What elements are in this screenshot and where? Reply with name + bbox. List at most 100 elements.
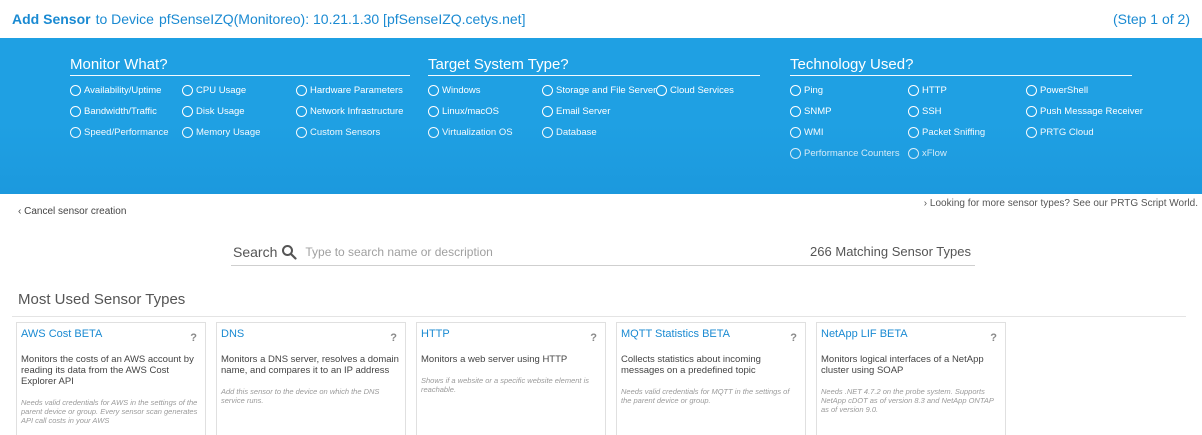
option-storage-file-server[interactable]: Storage and File Server [542, 85, 656, 96]
option-http[interactable]: HTTP [908, 85, 947, 96]
search-bar: Search 266 Matching Sensor Types [231, 238, 975, 266]
device-name: pfSenseIZQ(Monitoreo): 10.21.1.30 [pfSen… [158, 11, 526, 27]
radio-icon [428, 85, 439, 96]
option-snmp[interactable]: SNMP [790, 106, 831, 117]
monitor-what-group: Monitor What? [70, 56, 410, 84]
option-bandwidth-traffic[interactable]: Bandwidth/Traffic [70, 106, 157, 117]
radio-icon [908, 127, 919, 138]
help-icon[interactable]: ? [990, 332, 997, 344]
option-disk-usage[interactable]: Disk Usage [182, 106, 245, 117]
matching-count: 266 Matching Sensor Types [810, 244, 971, 259]
card-note: Shows if a website or a specific website… [421, 376, 589, 394]
radio-icon [790, 127, 801, 138]
radio-icon [70, 85, 81, 96]
card-title[interactable]: DNS [221, 328, 401, 340]
radio-icon [296, 106, 307, 117]
help-icon[interactable]: ? [390, 332, 397, 344]
radio-icon [182, 85, 193, 96]
target-system-title: Target System Type? [428, 56, 760, 76]
card-description: Monitors the costs of an AWS account by … [21, 354, 194, 387]
cancel-sensor-creation-link[interactable]: ‹ Cancel sensor creation [18, 206, 126, 217]
option-linux-macos[interactable]: Linux/macOS [428, 106, 499, 117]
page-title-mid: to Device [95, 11, 154, 27]
radio-icon [1026, 127, 1037, 138]
search-label: Search [233, 243, 278, 260]
option-email-server[interactable]: Email Server [542, 106, 610, 117]
sensor-card-http[interactable]: HTTP ? Monitors a web server using HTTP … [416, 322, 606, 435]
search-input[interactable] [305, 244, 786, 259]
sensor-card-mqtt-statistics[interactable]: MQTT Statistics BETA ? Collects statisti… [616, 322, 806, 435]
section-title: Most Used Sensor Types [18, 291, 186, 308]
sensor-card-netapp-lif[interactable]: NetApp LIF BETA ? Monitors logical inter… [816, 322, 1006, 435]
card-title[interactable]: HTTP [421, 328, 601, 340]
option-virtualization-os[interactable]: Virtualization OS [428, 127, 513, 138]
radio-icon [1026, 85, 1037, 96]
option-performance-counters[interactable]: Performance Counters [790, 148, 900, 159]
option-push-message-receiver[interactable]: Push Message Receiver [1026, 106, 1143, 117]
sensor-card-aws-cost[interactable]: AWS Cost BETA ? Monitors the costs of an… [16, 322, 206, 435]
card-title[interactable]: NetApp LIF BETA [821, 328, 1001, 340]
radio-icon [790, 148, 801, 159]
card-description: Monitors logical interfaces of a NetApp … [821, 354, 984, 376]
sensor-card-dns[interactable]: DNS ? Monitors a DNS server, resolves a … [216, 322, 406, 435]
step-indicator: (Step 1 of 2) [1112, 11, 1190, 27]
card-note: Needs valid credentials for AWS in the s… [21, 398, 198, 425]
page-header: Add Sensor to Device pfSenseIZQ(Monitore… [0, 0, 1202, 38]
option-cloud-services[interactable]: Cloud Services [656, 85, 734, 96]
card-note: Add this sensor to the device on which t… [221, 387, 380, 405]
option-cpu-usage[interactable]: CPU Usage [182, 85, 246, 96]
radio-icon [428, 106, 439, 117]
radio-icon [542, 127, 553, 138]
option-xflow[interactable]: xFlow [908, 148, 947, 159]
section-divider [12, 316, 1186, 317]
option-speed-performance[interactable]: Speed/Performance [70, 127, 169, 138]
card-description: Collects statistics about incoming messa… [621, 354, 761, 376]
technology-title: Technology Used? [790, 56, 1132, 76]
search-icon[interactable] [281, 244, 297, 260]
option-network-infrastructure[interactable]: Network Infrastructure [296, 106, 403, 117]
radio-icon [790, 106, 801, 117]
radio-icon [542, 85, 553, 96]
radio-icon [70, 127, 81, 138]
radio-icon [908, 85, 919, 96]
help-icon[interactable]: ? [190, 332, 197, 344]
radio-icon [182, 127, 193, 138]
radio-icon [908, 148, 919, 159]
option-windows[interactable]: Windows [428, 85, 481, 96]
radio-icon [656, 85, 667, 96]
card-description: Monitors a DNS server, resolves a domain… [221, 354, 399, 376]
radio-icon [296, 85, 307, 96]
card-description: Monitors a web server using HTTP [421, 354, 568, 365]
help-icon[interactable]: ? [790, 332, 797, 344]
script-world-link[interactable]: › Looking for more sensor types? See our… [924, 198, 1198, 209]
option-hardware-parameters[interactable]: Hardware Parameters [296, 85, 403, 96]
technology-group: Technology Used? [790, 56, 1132, 84]
help-icon[interactable]: ? [590, 332, 597, 344]
option-availability-uptime[interactable]: Availability/Uptime [70, 85, 161, 96]
option-database[interactable]: Database [542, 127, 597, 138]
radio-icon [908, 106, 919, 117]
option-ping[interactable]: Ping [790, 85, 823, 96]
card-title[interactable]: MQTT Statistics BETA [621, 328, 801, 340]
radio-icon [790, 85, 801, 96]
card-title[interactable]: AWS Cost BETA [21, 328, 201, 340]
radio-icon [542, 106, 553, 117]
option-ssh[interactable]: SSH [908, 106, 942, 117]
option-powershell[interactable]: PowerShell [1026, 85, 1088, 96]
option-packet-sniffing[interactable]: Packet Sniffing [908, 127, 985, 138]
match-count-value: 266 [810, 244, 832, 259]
option-wmi[interactable]: WMI [790, 127, 824, 138]
radio-icon [70, 106, 81, 117]
card-note: Needs .NET 4.7.2 on the probe system. Su… [821, 387, 994, 414]
page-title: Add Sensor [12, 11, 91, 27]
radio-icon [296, 127, 307, 138]
option-custom-sensors[interactable]: Custom Sensors [296, 127, 380, 138]
option-prtg-cloud[interactable]: PRTG Cloud [1026, 127, 1094, 138]
chevron-right-icon: › [923, 198, 928, 209]
option-memory-usage[interactable]: Memory Usage [182, 127, 260, 138]
filter-panel: Monitor What? Availability/Uptime CPU Us… [0, 38, 1202, 194]
radio-icon [182, 106, 193, 117]
monitor-what-title: Monitor What? [70, 56, 410, 76]
target-system-group: Target System Type? [428, 56, 760, 84]
radio-icon [1026, 106, 1037, 117]
